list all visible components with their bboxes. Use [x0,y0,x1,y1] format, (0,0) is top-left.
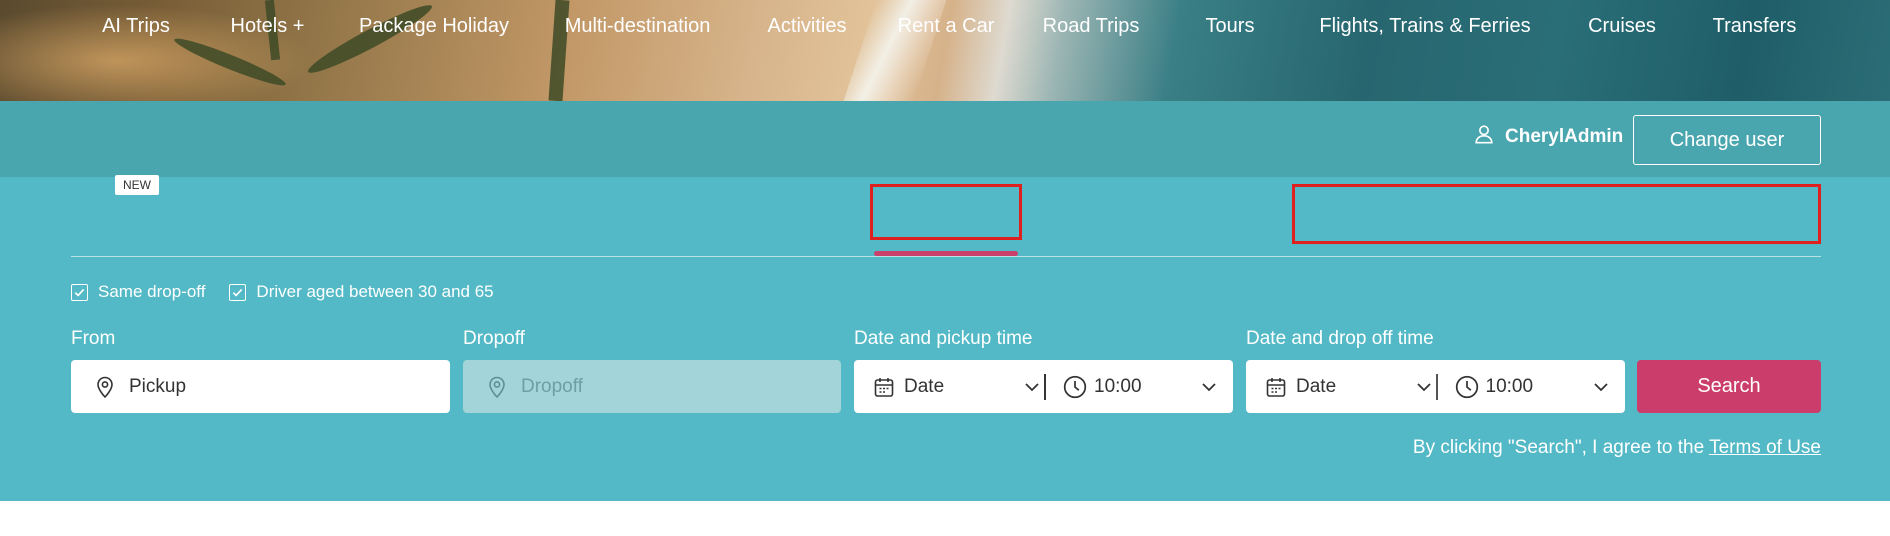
dropoff-datetime-field: Date 10:00 [1246,360,1625,413]
options-row: Same drop-off Driver aged between 30 and… [71,282,494,302]
tabs-divider [71,256,1821,257]
same-dropoff-label: Same drop-off [98,282,206,301]
user-name: CherylAdmin [1505,126,1624,147]
checkmark-icon [74,288,85,297]
new-badge: NEW [115,175,159,195]
terms-notice: By clicking "Search", I agree to the Ter… [1413,437,1821,459]
dropoff-label: Dropoff [463,328,525,349]
tab-package-holiday[interactable]: Package Holiday [350,0,518,52]
user-icon [1473,123,1495,151]
checkmark-icon [233,288,243,297]
page-bottom [0,501,1890,536]
clock-icon [1455,375,1478,398]
dropoff-location-input: Dropoff [463,360,841,413]
chevron-down-icon [1025,382,1039,391]
dropoff-time-select[interactable]: 10:00 [1438,360,1626,413]
highlight-box-flights-cruises-transfers [1292,184,1821,244]
dropoff-time-value: 10:00 [1485,375,1534,397]
map-pin-icon [489,376,505,398]
from-label: From [71,328,116,349]
tab-transfers[interactable]: Transfers [1702,0,1807,52]
tab-hotels[interactable]: Hotels + [220,0,315,52]
driver-age-label: Driver aged between 30 and 65 [256,282,494,301]
tab-flights-trains-ferries[interactable]: Flights, Trains & Ferries [1310,0,1540,52]
calendar-icon [1266,377,1286,397]
tab-cruises[interactable]: Cruises [1568,0,1676,52]
chevron-down-icon [1417,382,1431,391]
calendar-icon [874,377,894,397]
dropoff-date-select[interactable]: Date [1246,360,1436,413]
tab-rent-a-car[interactable]: Rent a Car [874,0,1018,52]
pickup-date-select[interactable]: Date [854,360,1044,413]
terms-of-use-link[interactable]: Terms of Use [1709,437,1821,458]
clock-icon [1063,375,1087,398]
current-user[interactable]: CherylAdmin [1473,123,1624,151]
highlight-box-rent-a-car [870,184,1022,240]
driver-age-option[interactable]: Driver aged between 30 and 65 [229,282,494,302]
pickup-datetime-field: Date 10:00 [854,360,1233,413]
tab-activities[interactable]: Activities [756,0,858,52]
chevron-down-icon [1202,382,1216,391]
same-dropoff-option[interactable]: Same drop-off [71,282,205,302]
dropoff-date-value: Date [1296,375,1337,397]
search-button[interactable]: Search [1637,360,1821,413]
tab-road-trips[interactable]: Road Trips [1035,0,1147,52]
page: CherylAdmin Change user NEW AI Trips Hot… [0,0,1890,536]
dropoff-placeholder: Dropoff [521,375,583,397]
tab-multi-destination[interactable]: Multi-destination [550,0,725,52]
tab-tours[interactable]: Tours [1190,0,1270,52]
pickup-datetime-label: Date and pickup time [854,328,1033,349]
same-dropoff-checkbox[interactable] [71,283,88,301]
driver-age-checkbox[interactable] [229,283,247,301]
map-pin-icon [97,376,113,398]
pickup-placeholder: Pickup [129,375,187,397]
tab-ai-trips[interactable]: AI Trips [86,0,186,52]
dropoff-datetime-label: Date and drop off time [1246,328,1434,349]
chevron-down-icon [1594,382,1608,391]
pickup-time-select[interactable]: 10:00 [1046,360,1233,413]
pickup-date-value: Date [904,375,945,397]
terms-text: By clicking "Search", I agree to the [1412,437,1710,458]
pickup-time-value: 10:00 [1094,375,1142,397]
change-user-button[interactable]: Change user [1633,115,1821,165]
pickup-location-input[interactable]: Pickup [71,360,450,413]
